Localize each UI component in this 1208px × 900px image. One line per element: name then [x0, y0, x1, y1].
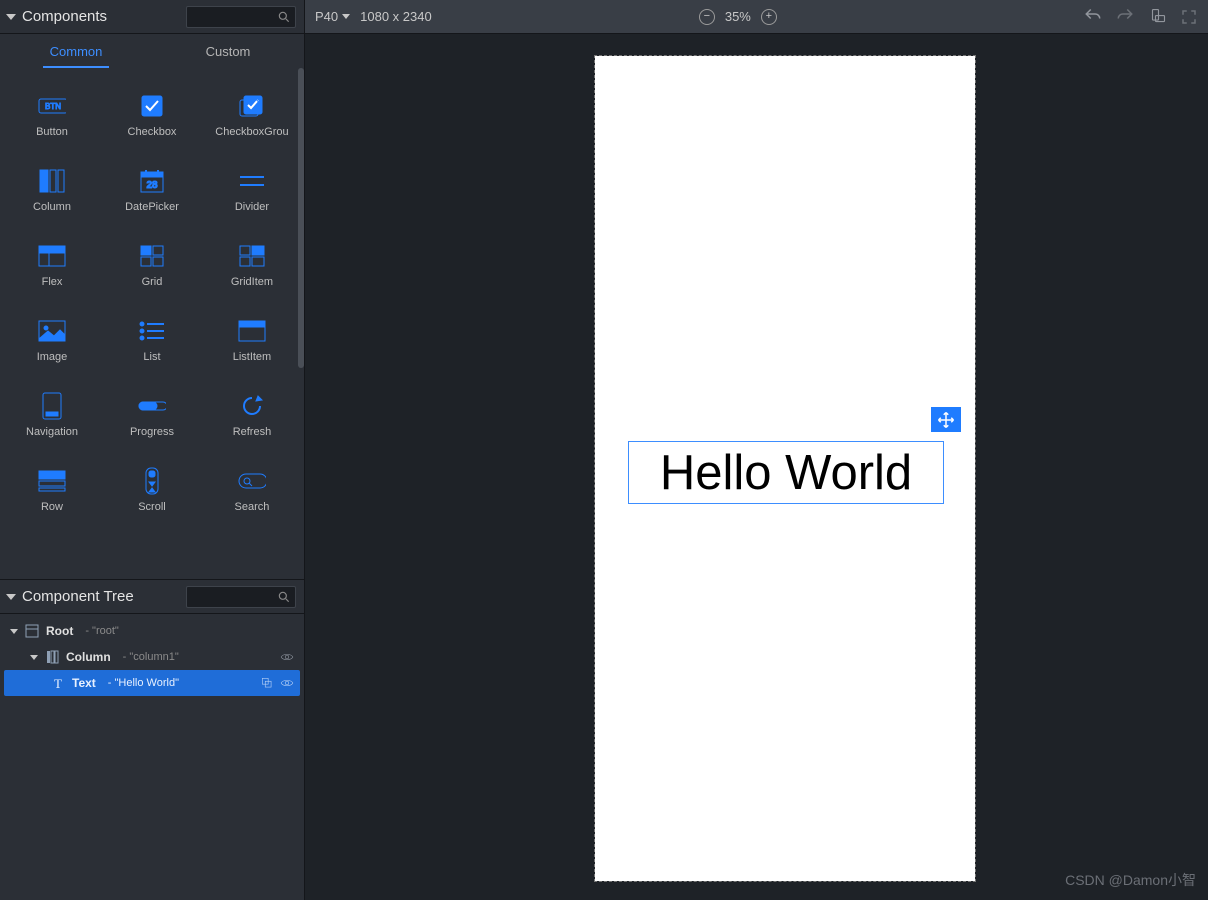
tree-search[interactable]	[186, 586, 296, 608]
grid-icon	[138, 244, 166, 268]
griditem-icon	[238, 244, 266, 268]
rotate-device-button[interactable]	[1148, 8, 1166, 26]
button-icon: BTN	[38, 94, 66, 118]
zoom-out-button[interactable]: −	[699, 9, 715, 25]
tree-node-column[interactable]: Column - "column1"	[4, 644, 300, 670]
zoom-in-button[interactable]: +	[761, 9, 777, 25]
expand-icon[interactable]	[10, 629, 18, 634]
main-area: P40 1080 x 2340 − 35% + Hello World	[305, 0, 1208, 900]
component-button[interactable]: BTN Button	[2, 78, 102, 153]
undo-button[interactable]	[1084, 8, 1102, 26]
component-list[interactable]: List	[102, 303, 202, 378]
chevron-down-icon	[342, 14, 350, 19]
component-progress[interactable]: Progress	[102, 378, 202, 453]
component-search[interactable]: Search	[202, 453, 302, 528]
row-icon	[38, 469, 66, 493]
resolution-label: 1080 x 2340	[360, 9, 432, 24]
datepicker-icon: 28	[138, 169, 166, 193]
component-row[interactable]: Row	[2, 453, 102, 528]
component-checkboxgroup[interactable]: CheckboxGrou	[202, 78, 302, 153]
redo-button[interactable]	[1116, 8, 1134, 26]
fullscreen-button[interactable]	[1180, 8, 1198, 26]
checkbox-icon	[138, 94, 166, 118]
component-divider[interactable]: Divider	[202, 153, 302, 228]
canvas-toolbar: P40 1080 x 2340 − 35% +	[305, 0, 1208, 34]
zoom-value: 35%	[725, 9, 751, 24]
component-image[interactable]: Image	[2, 303, 102, 378]
visibility-icon[interactable]	[280, 650, 294, 664]
tree-collapse-toggle-icon[interactable]	[6, 594, 16, 600]
tree-panel-title: Component Tree	[22, 588, 134, 605]
tree-body: Root - "root" Column - "column1" T	[0, 614, 304, 700]
root-icon	[24, 623, 40, 639]
divider-icon	[238, 169, 266, 193]
sidebar: Components Common Custom BTN Button Chec…	[0, 0, 305, 900]
component-datepicker[interactable]: 28 DatePicker	[102, 153, 202, 228]
components-panel-header: Components	[0, 0, 304, 34]
search-icon	[277, 590, 291, 604]
column-tree-icon	[44, 649, 60, 665]
component-refresh[interactable]: Refresh	[202, 378, 302, 453]
move-handle[interactable]	[931, 407, 961, 432]
component-navigation[interactable]: Navigation	[2, 378, 102, 453]
refresh-icon	[238, 394, 266, 418]
navigation-icon	[38, 394, 66, 418]
svg-text:28: 28	[146, 180, 158, 191]
device-preview[interactable]: Hello World	[595, 56, 975, 881]
expand-icon[interactable]	[30, 655, 38, 660]
canvas-text: Hello World	[660, 445, 912, 501]
device-selector[interactable]: P40	[315, 9, 350, 24]
components-grid: BTN Button Checkbox CheckboxGrou	[0, 68, 304, 579]
column-icon	[38, 169, 66, 193]
checkboxgroup-icon	[238, 94, 266, 118]
list-icon	[138, 319, 166, 343]
component-tree-panel: Component Tree Root - "root"	[0, 579, 304, 900]
duplicate-icon[interactable]	[260, 676, 274, 690]
flex-icon	[38, 244, 66, 268]
tree-node-root[interactable]: Root - "root"	[4, 618, 300, 644]
text-tree-icon: T	[50, 675, 66, 691]
image-icon	[38, 319, 66, 343]
scroll-icon	[138, 469, 166, 493]
svg-text:BTN: BTN	[45, 102, 61, 111]
search-icon	[277, 10, 291, 24]
components-scrollbar[interactable]	[298, 68, 304, 368]
component-checkbox[interactable]: Checkbox	[102, 78, 202, 153]
component-grid[interactable]: Grid	[102, 228, 202, 303]
listitem-icon	[238, 319, 266, 343]
component-column[interactable]: Column	[2, 153, 102, 228]
collapse-toggle-icon[interactable]	[6, 14, 16, 20]
svg-text:T: T	[54, 676, 62, 690]
components-tabs: Common Custom	[0, 34, 304, 68]
tree-panel-header: Component Tree	[0, 580, 304, 614]
component-flex[interactable]: Flex	[2, 228, 102, 303]
tree-node-text[interactable]: T Text - "Hello World"	[4, 670, 300, 696]
device-name: P40	[315, 9, 338, 24]
canvas-area[interactable]: Hello World CSDN @Damon小智	[305, 34, 1208, 900]
move-icon	[937, 411, 955, 429]
component-scroll[interactable]: Scroll	[102, 453, 202, 528]
zoom-controls: − 35% +	[699, 9, 777, 25]
visibility-icon[interactable]	[280, 676, 294, 690]
component-listitem[interactable]: ListItem	[202, 303, 302, 378]
components-search[interactable]	[186, 6, 296, 28]
component-griditem[interactable]: GridItem	[202, 228, 302, 303]
tab-custom[interactable]: Custom	[152, 34, 304, 68]
tab-common[interactable]: Common	[0, 34, 152, 68]
selected-text-element[interactable]: Hello World	[628, 441, 944, 504]
components-panel-title: Components	[22, 8, 107, 25]
search-comp-icon	[238, 469, 266, 493]
progress-icon	[138, 394, 166, 418]
watermark: CSDN @Damon小智	[1065, 870, 1196, 890]
